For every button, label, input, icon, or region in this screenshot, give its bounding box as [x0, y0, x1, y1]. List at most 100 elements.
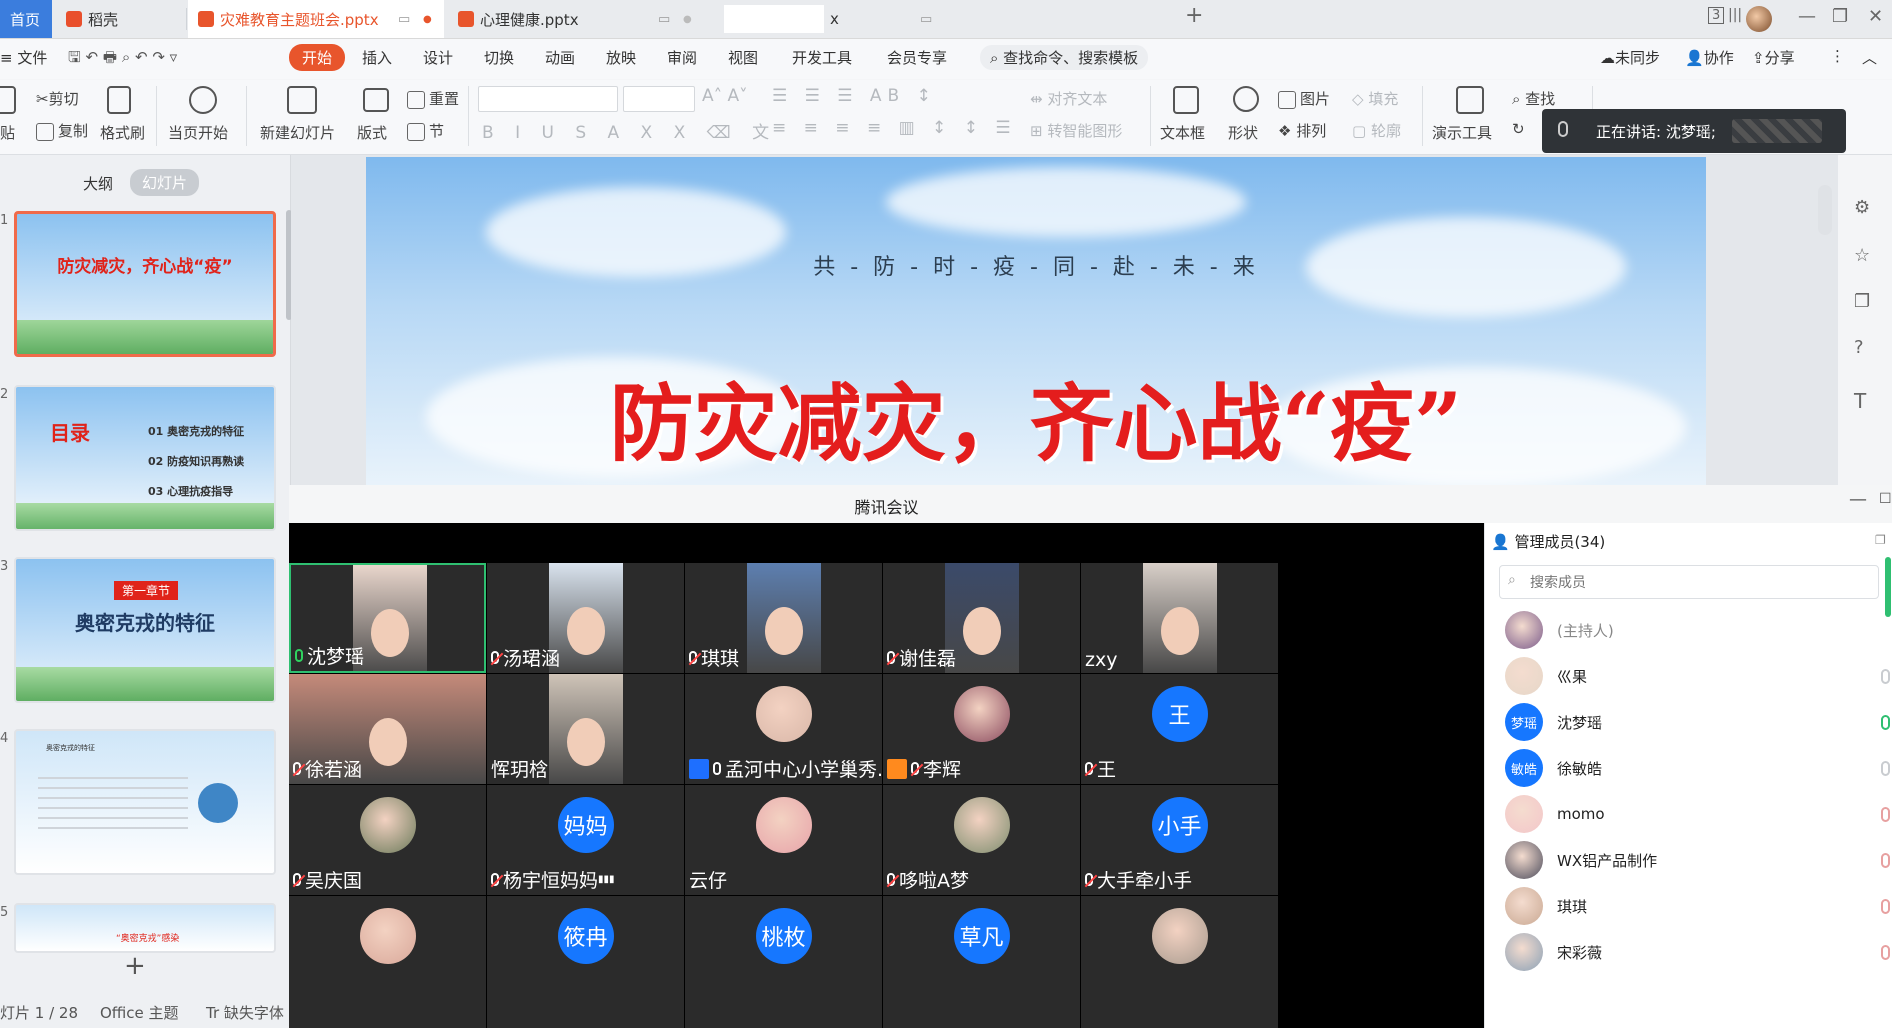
- play-icon[interactable]: [189, 86, 217, 114]
- mic-icon[interactable]: [1881, 714, 1890, 730]
- video-tile[interactable]: 吴庆国: [289, 785, 486, 895]
- video-tile[interactable]: 徐若涵: [289, 674, 486, 784]
- help-icon[interactable]: ?: [1854, 337, 1864, 358]
- slide-thumb-2[interactable]: 目录 01 奥密克戎的特征 02 防疫知识再熟读 03 心理抗疫指导: [14, 385, 276, 531]
- meeting-maximize-icon[interactable]: ☐: [1879, 491, 1892, 507]
- menu-start[interactable]: 开始: [289, 44, 346, 71]
- video-tile[interactable]: 哆啦A梦: [883, 785, 1080, 895]
- font-size-select[interactable]: [623, 86, 695, 112]
- video-tile[interactable]: 汤珺涵: [487, 563, 684, 673]
- video-tile[interactable]: 筱冉: [487, 896, 684, 1028]
- video-tile[interactable]: 小手 大手牵小手: [1081, 785, 1278, 895]
- menu-transition[interactable]: 切换: [484, 47, 514, 68]
- collab-button[interactable]: 👤协作: [1685, 47, 1734, 68]
- popout-icon[interactable]: ❐: [1875, 533, 1886, 547]
- video-tile[interactable]: 李辉: [883, 674, 1080, 784]
- menu-member[interactable]: 会员专享: [887, 47, 947, 68]
- theme-name[interactable]: Office 主题: [100, 1002, 179, 1023]
- menu-review[interactable]: 审阅: [667, 47, 697, 68]
- mic-muted-icon[interactable]: [1881, 806, 1890, 822]
- meeting-minimize-icon[interactable]: —: [1849, 489, 1867, 510]
- collapse-ribbon-icon[interactable]: ︿: [1862, 47, 1877, 68]
- font-style-icons[interactable]: B I U S A X X ⌫ 文: [482, 118, 777, 143]
- presenter-tool-button[interactable]: 演示工具: [1432, 122, 1492, 143]
- slide-scrollbar[interactable]: [1818, 185, 1832, 235]
- align-text-button[interactable]: ⇹ 对齐文本: [1030, 88, 1107, 109]
- menu-devtools[interactable]: 开发工具: [792, 47, 852, 68]
- copy-panel-icon[interactable]: ❐: [1854, 291, 1870, 312]
- star-icon[interactable]: ☆: [1854, 245, 1870, 266]
- mic-muted-icon[interactable]: [1881, 944, 1890, 960]
- mic-muted-icon[interactable]: [1881, 898, 1890, 914]
- mic-icon[interactable]: [1881, 760, 1890, 776]
- textbox-button[interactable]: 文本框: [1160, 122, 1205, 143]
- new-slide-icon[interactable]: [287, 86, 317, 114]
- reset-button[interactable]: 重置: [407, 88, 459, 109]
- command-search[interactable]: ⌕ 查找命令、搜索模板: [980, 45, 1149, 70]
- list-icon[interactable]: |||: [1728, 7, 1742, 23]
- cut-button[interactable]: ✂剪切: [36, 88, 79, 109]
- close-window-icon[interactable]: ✕: [1868, 6, 1883, 27]
- member-row[interactable]: (主持人): [1505, 607, 1890, 653]
- tab-third[interactable]: x ▭: [708, 0, 968, 38]
- replace-icon[interactable]: ↻: [1512, 120, 1525, 138]
- window-count-badge[interactable]: 3: [1708, 7, 1725, 24]
- section-button[interactable]: 节: [407, 120, 444, 141]
- slide-thumb-4[interactable]: 奥密克戎的特征: [14, 729, 276, 875]
- slide-thumb-5[interactable]: “奥密克戎”感染: [14, 903, 276, 953]
- tab-disaster-pptx[interactable]: 灾难教育主题班会.pptx ▭ ●: [188, 0, 444, 38]
- settings-sliders-icon[interactable]: ⚙: [1854, 197, 1870, 218]
- file-menu[interactable]: ≡ 文件: [0, 47, 47, 68]
- video-tile[interactable]: 谢佳磊: [883, 563, 1080, 673]
- current-slide[interactable]: 共 - 防 - 时 - 疫 - 同 - 赴 - 未 - 来 防灾减灾，齐心战“疫…: [366, 157, 1706, 487]
- video-tile[interactable]: 沈梦瑶: [289, 563, 486, 673]
- shape-button[interactable]: 形状: [1228, 122, 1258, 143]
- menu-slideshow[interactable]: 放映: [606, 47, 636, 68]
- member-search-input[interactable]: [1528, 570, 1862, 596]
- paste-button[interactable]: 贴: [0, 122, 15, 143]
- video-tile[interactable]: [289, 896, 486, 1028]
- paste-icon[interactable]: [0, 86, 16, 114]
- tab-mental-health-pptx[interactable]: 心理健康.pptx ▭ ●: [448, 0, 704, 38]
- member-row[interactable]: 宋彩薇: [1505, 929, 1890, 975]
- add-slide-plus-icon[interactable]: +: [124, 951, 146, 981]
- textbox-icon[interactable]: [1173, 86, 1199, 114]
- member-row[interactable]: 梦瑶 沈梦瑶: [1505, 699, 1890, 745]
- video-tile[interactable]: 孟河中心小学巢秀...: [685, 674, 882, 784]
- new-tab-plus-icon[interactable]: +: [1185, 3, 1203, 28]
- monitor-icon[interactable]: ▭: [398, 12, 410, 27]
- outline-button[interactable]: ▢ 轮廓: [1352, 120, 1401, 141]
- member-row[interactable]: 巛果: [1505, 653, 1890, 699]
- from-current-button[interactable]: 当页开始: [168, 122, 228, 143]
- video-tile[interactable]: 草凡: [883, 896, 1080, 1028]
- menu-design[interactable]: 设计: [423, 47, 453, 68]
- monitor-icon[interactable]: ▭: [920, 12, 932, 27]
- smart-convert-button[interactable]: ⊞ 转智能图形: [1030, 120, 1122, 141]
- presenter-tool-icon[interactable]: [1456, 86, 1484, 114]
- format-brush-button[interactable]: 格式刷: [100, 122, 145, 143]
- menu-animation[interactable]: 动画: [545, 47, 575, 68]
- mic-muted-icon[interactable]: [1881, 852, 1890, 868]
- video-tile[interactable]: [1081, 896, 1278, 1028]
- member-row[interactable]: momo: [1505, 791, 1890, 837]
- share-button[interactable]: ⇪分享: [1752, 47, 1795, 68]
- minimize-icon[interactable]: —: [1798, 6, 1816, 27]
- video-tile[interactable]: 琪琪: [685, 563, 882, 673]
- member-row[interactable]: 敏皓 徐敏皓: [1505, 745, 1890, 791]
- tab-outline[interactable]: 大纲: [83, 173, 113, 194]
- video-tile[interactable]: 桃枚: [685, 896, 882, 1028]
- tab-docer[interactable]: 稻壳: [56, 0, 184, 38]
- layout-icon[interactable]: [363, 88, 389, 112]
- missing-font-button[interactable]: Tr 缺失字体: [206, 1002, 284, 1023]
- quick-access-icons[interactable]: 🖫 ↶ 🖶 ⌕ ↶ ↷ ▿: [68, 47, 177, 72]
- monitor-icon[interactable]: ▭: [658, 12, 670, 27]
- alignment-icons[interactable]: ≡ ≡ ≡ ≡ ▥ ↕ ↕ ☰: [772, 118, 1017, 138]
- paragraph-icons[interactable]: ☰ ☰ ☰ AB ↕: [772, 86, 937, 106]
- fill-button[interactable]: ◇ 填充: [1352, 88, 1398, 109]
- member-search-box[interactable]: ⌕: [1499, 565, 1879, 599]
- user-avatar[interactable]: [1746, 6, 1772, 32]
- video-tile[interactable]: zxy: [1081, 563, 1278, 673]
- layout-button[interactable]: 版式: [357, 122, 387, 143]
- format-brush-icon[interactable]: [107, 86, 131, 114]
- tab-slides[interactable]: 幻灯片: [130, 169, 200, 196]
